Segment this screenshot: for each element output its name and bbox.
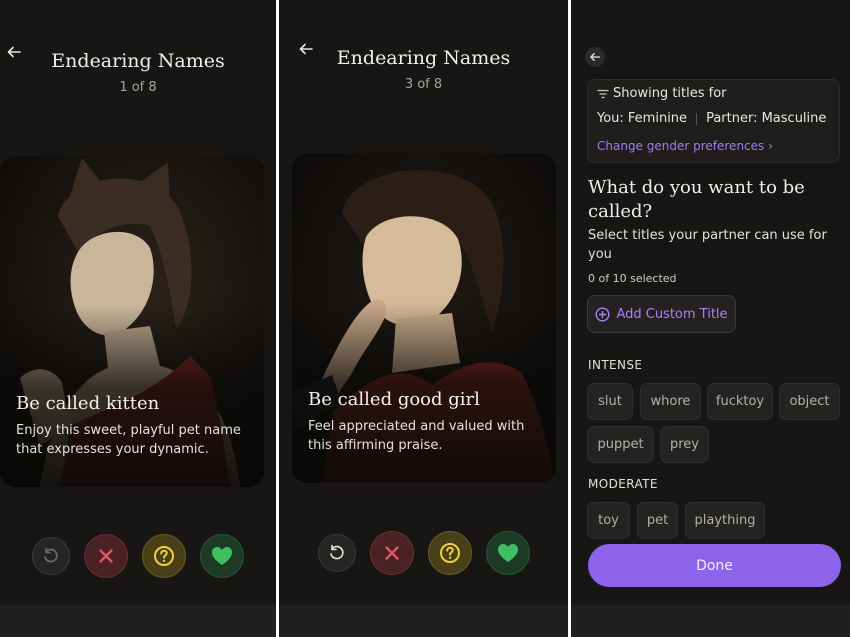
- card-description: Enjoy this sweet, playful pet name that …: [16, 423, 241, 457]
- question-icon: [154, 546, 174, 566]
- chip-slut[interactable]: slut: [587, 383, 633, 420]
- undo-button[interactable]: [317, 534, 356, 572]
- reject-button[interactable]: [84, 534, 128, 578]
- chip-puppet[interactable]: puppet: [587, 426, 654, 463]
- section-label-moderate: MODERATE: [588, 477, 658, 491]
- undo-icon: [329, 544, 344, 560]
- maybe-button[interactable]: [142, 534, 186, 578]
- undo-icon: [44, 547, 58, 563]
- section-label-intense: INTENSE: [588, 358, 643, 372]
- card-title: Be called good girl: [308, 389, 480, 410]
- chip-whore[interactable]: whore: [640, 383, 701, 420]
- screen-title-preferences: Showing titles for You: Feminine Partner…: [571, 0, 850, 637]
- partner-gender: Partner: Masculine: [706, 111, 827, 126]
- chip-plaything[interactable]: plaything: [685, 502, 765, 539]
- close-icon: [384, 546, 399, 560]
- change-gender-link[interactable]: Change gender preferences ›: [597, 139, 773, 153]
- question-title: What do you want to be called?: [588, 177, 805, 222]
- arrow-left-icon: [590, 52, 601, 62]
- maybe-button[interactable]: [427, 531, 472, 575]
- heart-icon: [212, 547, 232, 565]
- chip-prey[interactable]: prey: [660, 426, 709, 463]
- reject-button[interactable]: [369, 531, 414, 575]
- title-card[interactable]: Be called good girl Feel appreciated and…: [292, 153, 556, 483]
- selected-count: 0 of 10 selected: [588, 272, 677, 285]
- card-counter: 3 of 8: [404, 77, 443, 92]
- chip-object[interactable]: object: [779, 383, 840, 420]
- gender-info-box: Showing titles for You: Feminine Partner…: [587, 79, 840, 163]
- card-description: Feel appreciated and valued with this af…: [308, 419, 525, 453]
- close-icon: [99, 549, 113, 563]
- add-custom-title-button[interactable]: Add Custom Title: [587, 295, 736, 333]
- chip-fucktoy[interactable]: fucktoy: [707, 383, 773, 420]
- chip-toy[interactable]: toy: [587, 502, 630, 539]
- filter-icon: [597, 89, 609, 98]
- divider: [696, 112, 698, 125]
- you-gender: You: Feminine: [597, 111, 688, 126]
- chip-pet[interactable]: pet: [637, 502, 678, 539]
- card-counter: 1 of 8: [119, 80, 157, 95]
- question-icon: [439, 543, 460, 563]
- screen-card-1: Endearing Names 1 of 8 Be called kitten …: [0, 0, 276, 637]
- action-bar: [279, 531, 568, 575]
- undo-button[interactable]: [32, 537, 70, 575]
- heart-icon: [497, 544, 518, 562]
- question-subtitle: Select titles your partner can use for y…: [588, 228, 827, 262]
- add-custom-label: Add Custom Title: [616, 306, 728, 322]
- title-card[interactable]: Be called kitten Enjoy this sweet, playf…: [0, 156, 264, 487]
- action-bar: [0, 534, 276, 578]
- info-header: Showing titles for: [613, 86, 727, 101]
- plus-circle-icon: [595, 306, 610, 322]
- done-button[interactable]: Done: [588, 544, 841, 587]
- page-title: Endearing Names: [51, 50, 225, 72]
- like-button[interactable]: [200, 534, 244, 578]
- screen-card-3: Endearing Names 3 of 8 Be called good gi…: [279, 0, 568, 637]
- like-button[interactable]: [485, 531, 530, 575]
- card-title: Be called kitten: [16, 393, 160, 414]
- page-title: Endearing Names: [336, 47, 511, 69]
- back-button[interactable]: [585, 47, 605, 67]
